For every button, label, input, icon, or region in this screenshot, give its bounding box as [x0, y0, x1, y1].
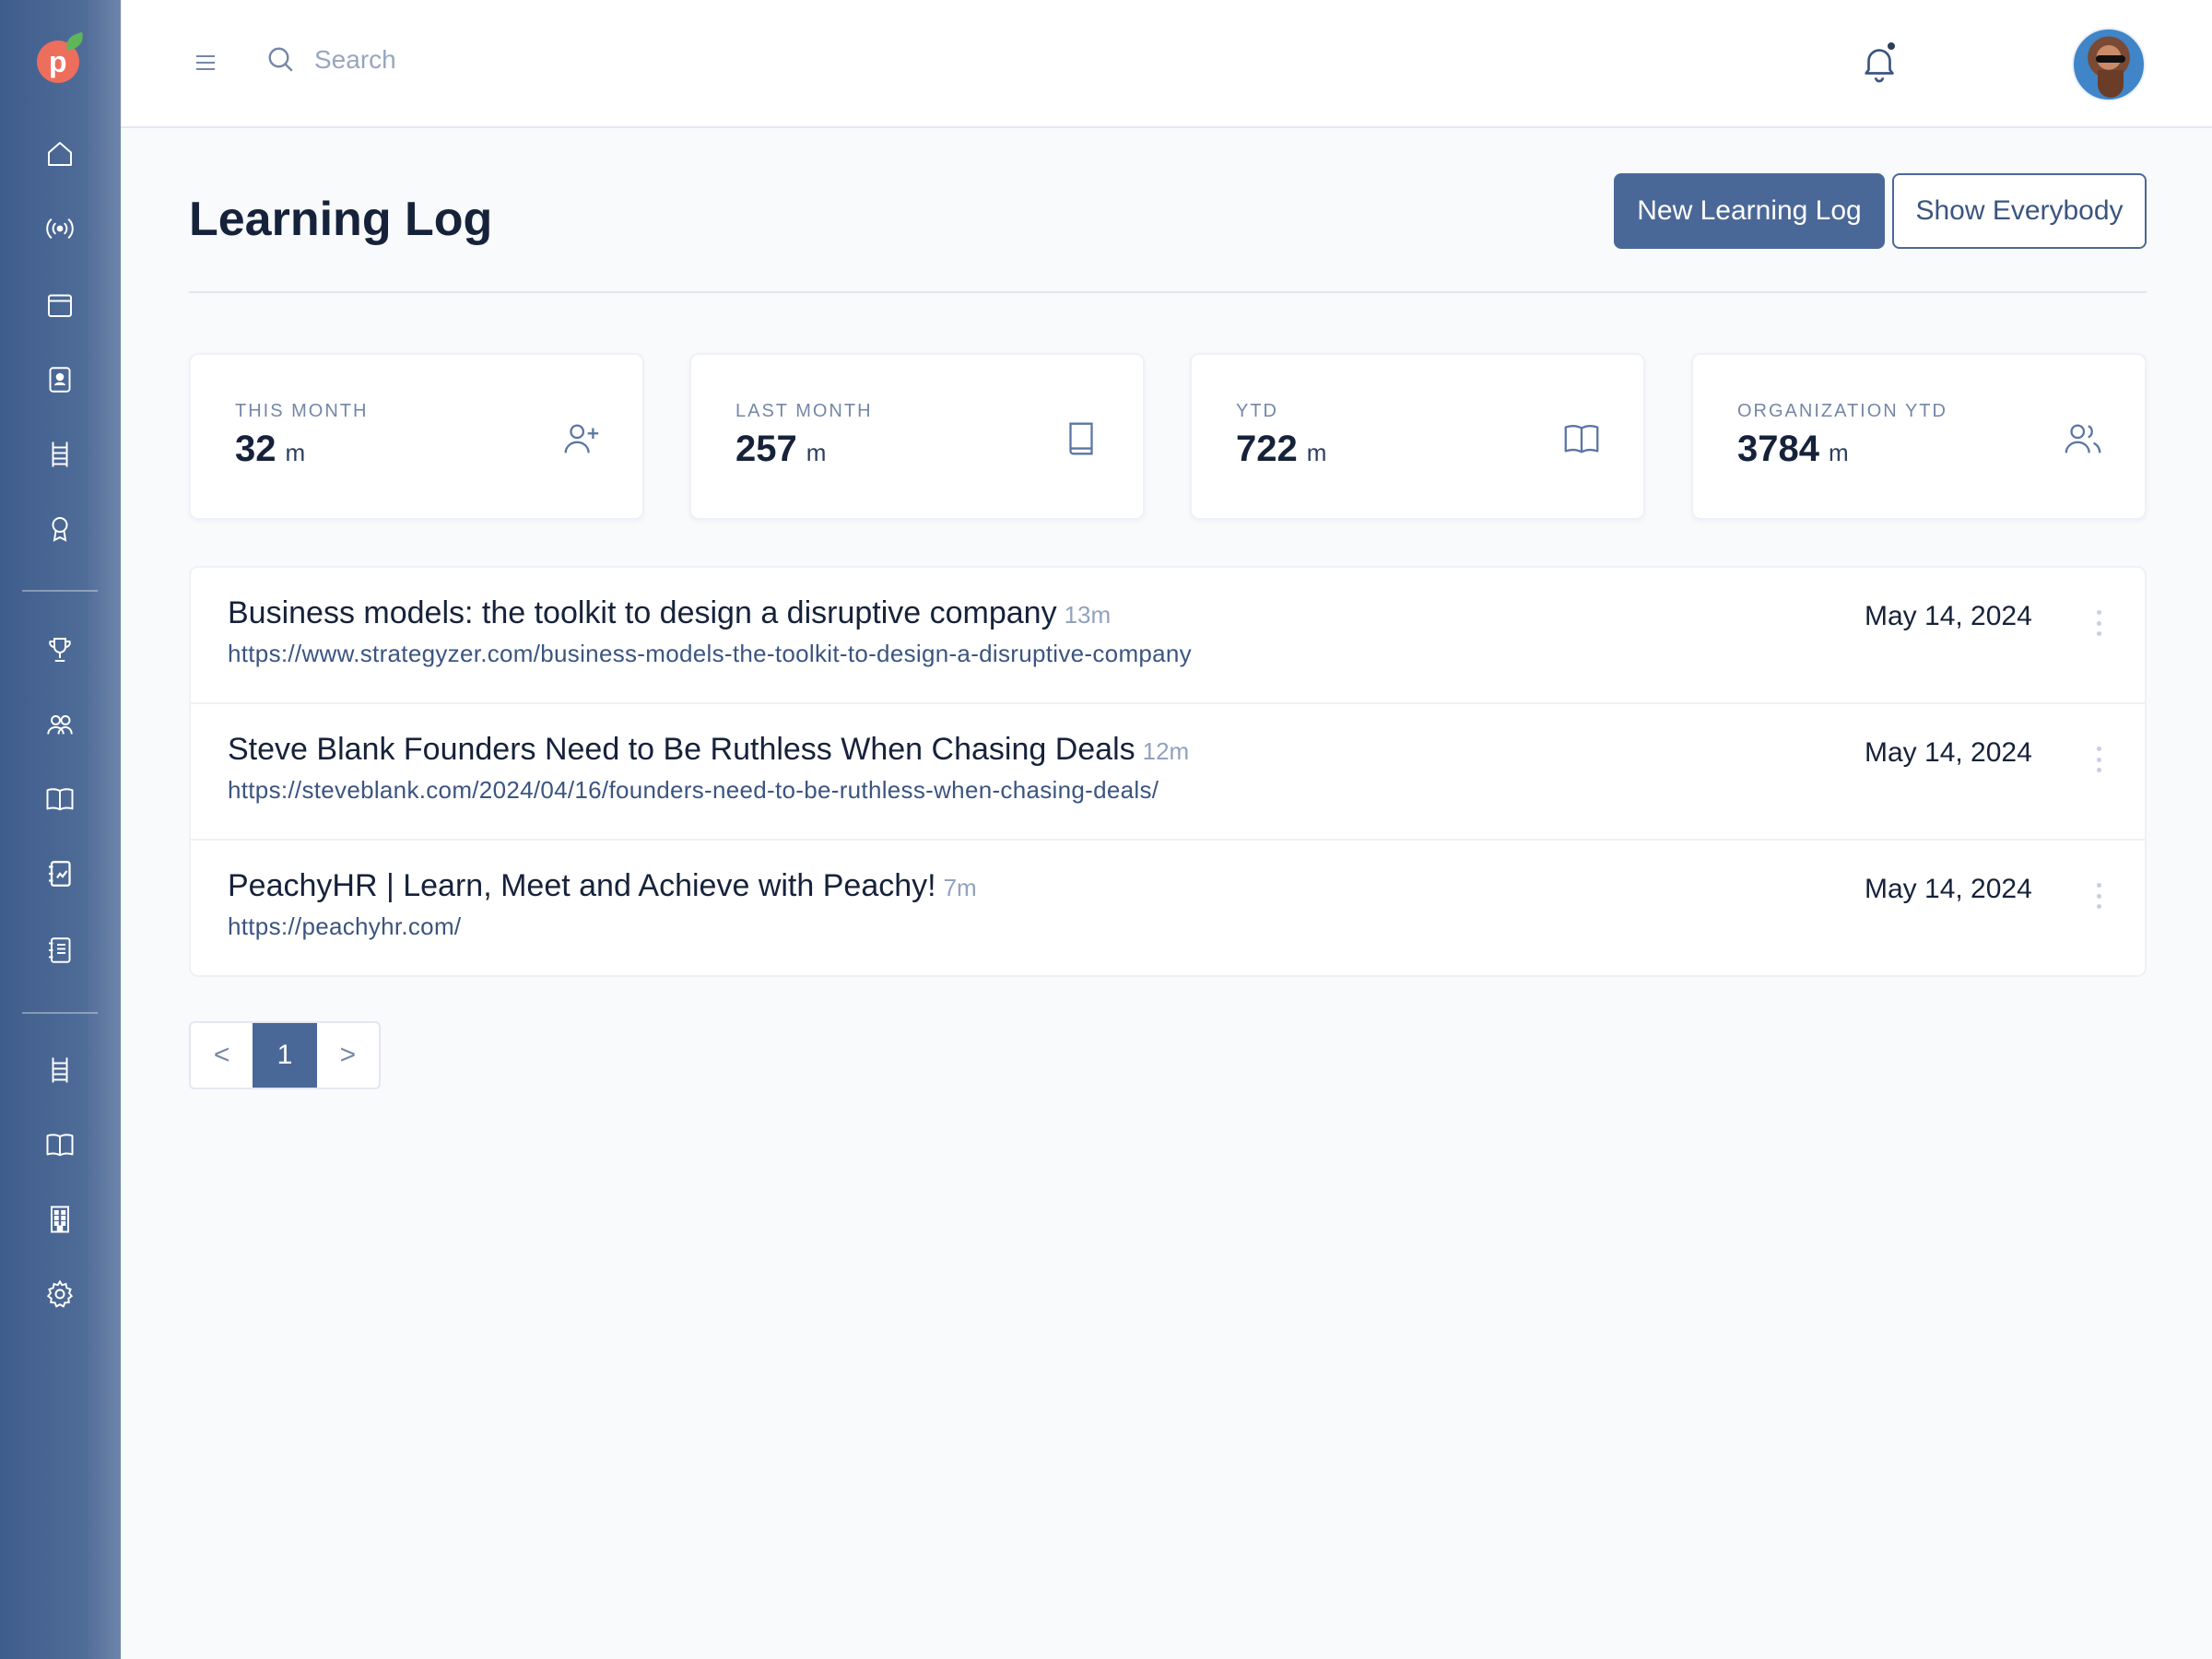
stat-number: 3784 — [1737, 429, 1819, 469]
user-avatar[interactable] — [2072, 28, 2146, 101]
sidebar-divider — [22, 590, 98, 592]
book-icon — [1069, 422, 1093, 455]
stat-label: YTD — [1236, 401, 1278, 421]
stat-number: 257 — [735, 429, 797, 469]
log-url[interactable]: https://peachyhr.com/ — [228, 912, 461, 941]
log-title-text: PeachyHR | Learn, Meet and Achieve with … — [228, 868, 936, 903]
log-title-text: Business models: the toolkit to design a… — [228, 595, 1057, 630]
list-item[interactable]: Steve Blank Founders Need to Be Ruthless… — [191, 704, 2145, 841]
stat-value: 722 m — [1236, 429, 1326, 470]
broadcast-icon[interactable] — [41, 209, 79, 248]
library-icon[interactable] — [41, 780, 79, 818]
settings-gear-icon[interactable] — [41, 1275, 79, 1313]
pagination-page-1[interactable]: 1 — [253, 1023, 317, 1088]
award-icon[interactable] — [41, 510, 79, 548]
users-icon — [2065, 424, 2101, 453]
page-title: Learning Log — [189, 193, 493, 246]
log-title[interactable]: PeachyHR | Learn, Meet and Achieve with … — [228, 868, 977, 904]
stat-unit: m — [285, 439, 306, 466]
stat-card-organization-ytd: ORGANIZATION YTD 3784 m — [1691, 353, 2147, 520]
calendar-icon[interactable] — [41, 286, 79, 324]
stat-label: THIS MONTH — [235, 401, 369, 421]
hamburger-menu-icon[interactable] — [187, 44, 224, 81]
team-icon[interactable] — [41, 705, 79, 744]
stat-unit: m — [1306, 439, 1327, 466]
learning-log-icon[interactable] — [41, 854, 79, 893]
stat-card-ytd: YTD 722 m — [1190, 353, 1645, 520]
pagination: < 1 > — [189, 1021, 381, 1089]
log-duration: 7m — [943, 874, 977, 901]
logo-letter-p-icon: p — [49, 45, 67, 78]
trophy-icon[interactable] — [41, 630, 79, 669]
stat-value: 32 m — [235, 429, 305, 470]
stat-value: 257 m — [735, 429, 826, 470]
stat-unit: m — [1828, 439, 1849, 466]
stat-number: 722 — [1236, 429, 1298, 469]
notebook-icon[interactable] — [41, 931, 79, 970]
pagination-prev-button[interactable]: < — [191, 1023, 253, 1088]
stat-label: LAST MONTH — [735, 401, 873, 421]
more-options-icon[interactable] — [2088, 877, 2110, 914]
home-icon[interactable] — [41, 135, 79, 173]
stat-label: ORGANIZATION YTD — [1737, 401, 1947, 421]
log-duration: 13m — [1064, 601, 1112, 629]
avatar-glasses — [2096, 55, 2125, 63]
new-learning-log-button[interactable]: New Learning Log — [1614, 173, 1885, 249]
log-title[interactable]: Steve Blank Founders Need to Be Ruthless… — [228, 732, 1189, 768]
pagination-next-button[interactable]: > — [317, 1023, 379, 1088]
search-icon — [268, 47, 293, 72]
show-everybody-button[interactable]: Show Everybody — [1892, 173, 2147, 249]
title-divider — [189, 291, 2147, 293]
sidebar-divider — [22, 1012, 98, 1014]
library-admin-icon[interactable] — [41, 1125, 79, 1164]
log-title[interactable]: Business models: the toolkit to design a… — [228, 595, 1111, 631]
search-input[interactable] — [314, 37, 775, 83]
contact-card-icon[interactable] — [41, 360, 79, 399]
ladder-icon[interactable] — [41, 435, 79, 474]
log-date: May 14, 2024 — [1865, 601, 2032, 631]
stat-number: 32 — [235, 429, 276, 469]
log-title-text: Steve Blank Founders Need to Be Ruthless… — [228, 732, 1135, 767]
log-url[interactable]: https://steveblank.com/2024/04/16/founde… — [228, 776, 1159, 805]
learning-log-list: Business models: the toolkit to design a… — [189, 566, 2147, 977]
list-item[interactable]: Business models: the toolkit to design a… — [191, 568, 2145, 704]
log-duration: 12m — [1142, 737, 1190, 765]
building-icon[interactable] — [41, 1200, 79, 1239]
notification-dot — [1886, 41, 1897, 52]
stat-card-this-month: THIS MONTH 32 m — [189, 353, 644, 520]
stat-value: 3784 m — [1737, 429, 1849, 470]
log-date: May 14, 2024 — [1865, 874, 2032, 904]
sidebar: p — [0, 0, 121, 1659]
stat-card-last-month: LAST MONTH 257 m — [689, 353, 1145, 520]
avatar-beard — [2098, 70, 2124, 98]
list-item[interactable]: PeachyHR | Learn, Meet and Achieve with … — [191, 841, 2145, 975]
peachy-logo[interactable]: p — [37, 31, 87, 83]
more-options-icon[interactable] — [2088, 741, 2110, 778]
log-url[interactable]: https://www.strategyzer.com/business-mod… — [228, 640, 1192, 668]
log-date: May 14, 2024 — [1865, 737, 2032, 768]
more-options-icon[interactable] — [2088, 605, 2110, 641]
stat-unit: m — [806, 439, 827, 466]
open-book-icon — [1564, 425, 1599, 453]
ladder-admin-icon[interactable] — [41, 1051, 79, 1089]
user-plus-icon — [564, 424, 599, 453]
